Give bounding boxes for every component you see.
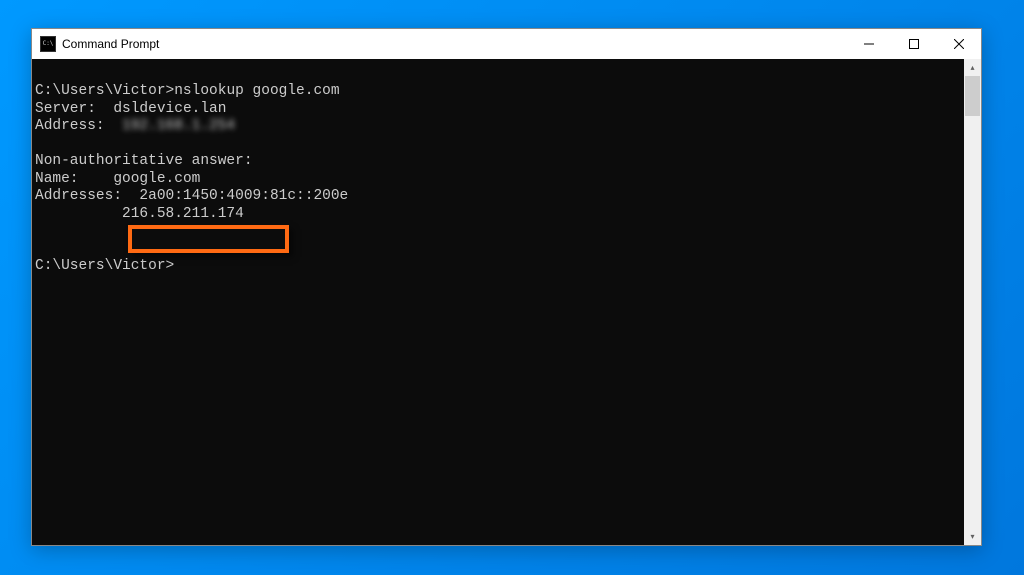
- window-title: Command Prompt: [62, 37, 159, 51]
- ipv4-line: 216.58.211.174: [35, 206, 244, 222]
- prompt-line-2: C:\Users\Victor>: [35, 258, 174, 274]
- terminal-area: C:\Users\Victor>nslookup google.com Serv…: [32, 59, 981, 545]
- titlebar[interactable]: Command Prompt: [32, 29, 981, 59]
- addresses-line: Addresses: 2a00:1450:4009:81c::200e: [35, 188, 348, 204]
- non-auth-line: Non-authoritative answer:: [35, 153, 253, 169]
- command-prompt-window: Command Prompt C:\Users\Victor>nslookup …: [31, 28, 982, 546]
- scroll-up-arrow[interactable]: ▴: [964, 59, 981, 76]
- address-line: Address: 192.168.1.254: [35, 118, 235, 134]
- prompt-line-1: C:\Users\Victor>nslookup google.com: [35, 83, 340, 99]
- vertical-scrollbar[interactable]: ▴ ▾: [964, 59, 981, 545]
- maximize-button[interactable]: [891, 29, 936, 59]
- server-line: Server: dsldevice.lan: [35, 101, 226, 117]
- name-line: Name: google.com: [35, 171, 200, 187]
- scroll-down-arrow[interactable]: ▾: [964, 528, 981, 545]
- close-button[interactable]: [936, 29, 981, 59]
- terminal-output[interactable]: C:\Users\Victor>nslookup google.com Serv…: [32, 59, 964, 545]
- minimize-button[interactable]: [846, 29, 891, 59]
- scroll-thumb[interactable]: [965, 76, 980, 116]
- cmd-icon: [40, 36, 56, 52]
